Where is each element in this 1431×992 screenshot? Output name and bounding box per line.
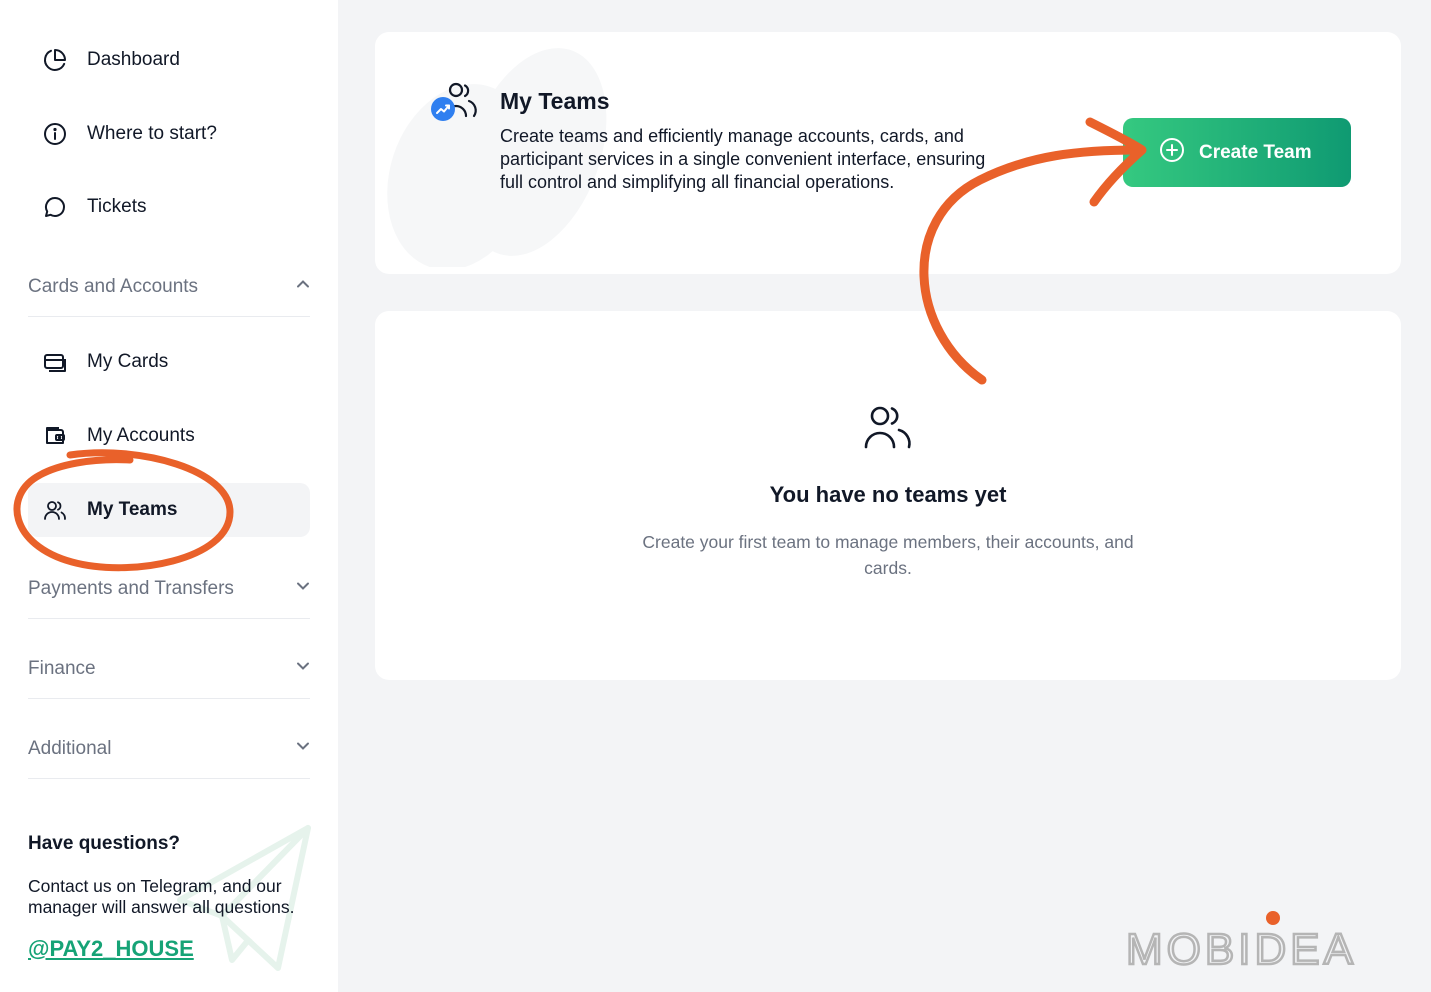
sidebar-item-label: My Cards — [87, 351, 169, 372]
sidebar-item-label: My Accounts — [87, 425, 195, 446]
page-title: My Teams — [500, 88, 610, 114]
section-label: Cards and Accounts — [28, 275, 199, 297]
chevron-up-icon — [296, 277, 310, 296]
help-text: Contact us on Telegram, and our manager … — [28, 876, 295, 917]
users-icon — [863, 405, 913, 456]
section-finance[interactable]: Finance — [28, 639, 310, 699]
chevron-down-icon — [296, 739, 310, 758]
pie-chart-icon — [42, 47, 68, 73]
sidebar-item-label: Tickets — [87, 196, 147, 217]
sidebar-item-dashboard[interactable]: Dashboard — [28, 33, 310, 87]
sidebar-item-label: Where to start? — [87, 123, 217, 144]
sidebar-item-tickets[interactable]: Tickets — [28, 180, 310, 234]
sidebar-item-my-cards[interactable]: My Cards — [28, 335, 310, 389]
plus-circle-icon — [1159, 137, 1185, 168]
section-payments-and-transfers[interactable]: Payments and Transfers — [28, 559, 310, 619]
empty-state-title: You have no teams yet — [769, 482, 1007, 507]
empty-state-description: Create your first team to manage members… — [642, 532, 1134, 578]
chevron-down-icon — [296, 659, 310, 678]
create-team-label: Create Team — [1199, 141, 1312, 163]
hero-card: My Teams Create teams and efficiently ma… — [375, 32, 1401, 274]
sidebar-item-my-teams[interactable]: My Teams — [28, 483, 310, 537]
empty-state-card: You have no teams yet Create your first … — [375, 311, 1401, 680]
info-icon — [42, 121, 68, 147]
telegram-link[interactable]: @PAY2_HOUSE — [28, 936, 194, 962]
section-label: Finance — [28, 657, 96, 679]
help-title: Have questions? — [28, 833, 181, 854]
create-team-button[interactable]: Create Team — [1123, 118, 1351, 187]
mobidea-watermark: MOBIDEA — [1125, 908, 1416, 975]
section-additional[interactable]: Additional — [28, 719, 310, 779]
wallet-icon — [42, 423, 68, 449]
sidebar-item-where-to-start[interactable]: Where to start? — [28, 107, 310, 161]
sidebar: Dashboard Where to start? Tickets Cards … — [0, 0, 338, 992]
chat-bubble-icon — [42, 194, 68, 220]
sidebar-item-my-accounts[interactable]: My Accounts — [28, 409, 310, 463]
section-label: Payments and Transfers — [28, 577, 234, 599]
svg-text:MOBIDEA: MOBIDEA — [1126, 925, 1357, 968]
chevron-down-icon — [296, 579, 310, 598]
section-label: Additional — [28, 737, 112, 759]
users-icon — [42, 497, 68, 523]
section-cards-and-accounts[interactable]: Cards and Accounts — [28, 257, 310, 317]
teams-growth-icon — [429, 82, 479, 124]
page-description: Create teams and efficiently manage acco… — [500, 126, 986, 192]
sidebar-item-label: My Teams — [87, 499, 178, 520]
card-icon — [42, 349, 68, 375]
sidebar-item-label: Dashboard — [87, 49, 180, 70]
